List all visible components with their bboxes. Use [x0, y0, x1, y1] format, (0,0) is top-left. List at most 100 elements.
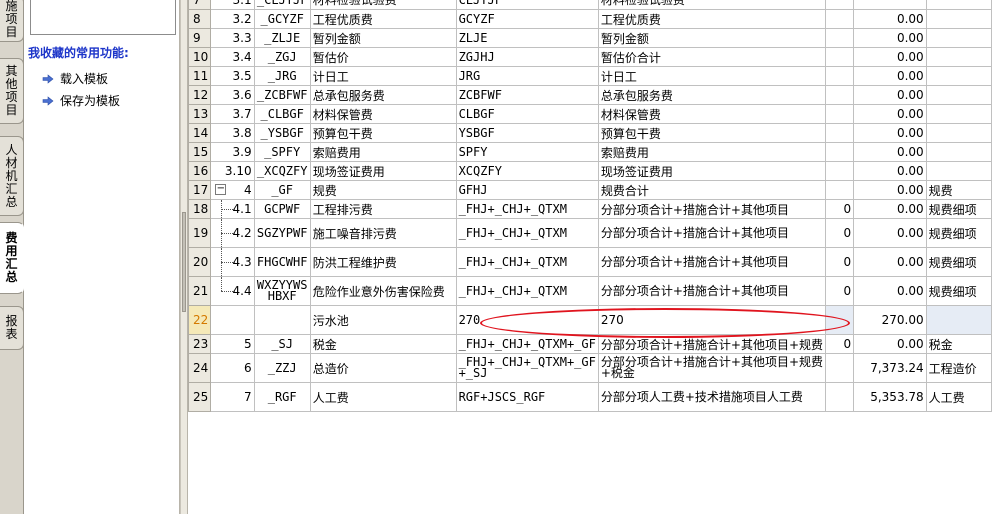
fee-code-cell[interactable]: _ZGJ [253, 47, 311, 67]
base-code-cell[interactable]: _FHJ+_CHJ+_QTXM+_GF+_SJ [455, 353, 599, 383]
base-description-cell[interactable]: 暂列金额 [597, 28, 827, 48]
amount-cell[interactable]: 0.00 [853, 276, 927, 306]
sequence-cell[interactable]: 3.5 [210, 66, 255, 86]
base-code-cell[interactable]: SPFY [455, 142, 599, 162]
amount-cell[interactable]: 270.00 [853, 305, 927, 335]
amount-cell[interactable]: 0.00 [853, 66, 927, 86]
table-row[interactable]: 13 3.7 _CLBGF 材料保管费 CLBGF 材料保管费 0.00 [188, 104, 992, 124]
amount-cell[interactable]: 0.00 [853, 334, 927, 354]
base-code-cell[interactable]: GCYZF [455, 9, 599, 29]
base-code-cell[interactable]: RGF+JSCS_RGF [455, 382, 599, 412]
fee-name-cell[interactable]: 预算包干费 [309, 123, 457, 143]
base-code-cell[interactable]: CLBGF [455, 104, 599, 124]
fee-type-cell[interactable] [925, 161, 992, 181]
amount-cell[interactable]: 0.00 [853, 47, 927, 67]
sequence-cell[interactable]: 3.6 [210, 85, 255, 105]
row-number[interactable]: 24 [188, 353, 212, 383]
fee-code-cell[interactable]: _ZZJ [253, 353, 311, 383]
table-row[interactable]: 8 3.2 _GCYZF 工程优质费 GCYZF 工程优质费 0.00 [188, 9, 992, 29]
fee-code-cell[interactable]: _XCQZFY [253, 161, 311, 181]
table-row[interactable]: 22 污水池 270 270 270.00 [188, 305, 992, 335]
rate-cell[interactable] [825, 353, 855, 383]
amount-cell[interactable]: 0.00 [853, 28, 927, 48]
fee-code-cell[interactable]: GCPWF [253, 199, 311, 219]
row-number[interactable]: 8 [188, 9, 212, 29]
sequence-cell[interactable]: 3.10 [210, 161, 255, 181]
fee-code-cell[interactable]: _ZLJE [253, 28, 311, 48]
base-code-cell[interactable]: 270 [455, 305, 599, 335]
base-code-cell[interactable]: CLJYJF [455, 0, 599, 10]
amount-cell[interactable]: 0.00 [853, 85, 927, 105]
fee-name-cell[interactable]: 规费 [309, 180, 457, 200]
fee-code-cell[interactable]: SGZYPWF [253, 218, 311, 248]
base-description-cell[interactable]: 270 [597, 305, 827, 335]
rate-cell[interactable]: 0 [825, 276, 855, 306]
fee-type-cell[interactable]: 税金 [925, 334, 992, 354]
fee-type-cell[interactable] [925, 28, 992, 48]
amount-cell[interactable]: 5,353.78 [853, 382, 927, 412]
fee-code-cell[interactable] [253, 305, 311, 335]
table-row[interactable]: 15 3.9 _SPFY 索赔费用 SPFY 索赔费用 0.00 [188, 142, 992, 162]
sequence-cell[interactable]: 5 [210, 334, 255, 354]
sequence-cell[interactable]: 4.2 [210, 218, 255, 248]
fee-type-cell[interactable] [925, 85, 992, 105]
fee-type-cell[interactable] [925, 0, 992, 10]
amount-cell[interactable]: 0.00 [853, 199, 927, 219]
row-number[interactable]: 22 [188, 305, 212, 335]
fee-name-cell[interactable]: 现场签证费用 [309, 161, 457, 181]
rate-cell[interactable]: 0 [825, 218, 855, 248]
rate-cell[interactable] [825, 66, 855, 86]
row-number[interactable]: 19 [188, 218, 212, 248]
table-row[interactable]: 23 5 _SJ 税金 _FHJ+_CHJ+_QTXM+_GF 分部分项合计+措施合计+其… [188, 334, 992, 354]
row-number[interactable]: 15 [188, 142, 212, 162]
fee-code-cell[interactable]: _CLJYJF [253, 0, 311, 10]
fee-name-cell[interactable]: 防洪工程维护费 [309, 247, 457, 277]
splitter-grip[interactable] [182, 212, 186, 312]
sequence-cell[interactable]: 4.1 [210, 199, 255, 219]
base-code-cell[interactable]: JRG [455, 66, 599, 86]
fee-code-cell[interactable]: _ZCBFWF [253, 85, 311, 105]
fee-type-cell[interactable]: 人工费 [925, 382, 992, 412]
rate-cell[interactable] [825, 180, 855, 200]
base-code-cell[interactable]: YSBGF [455, 123, 599, 143]
rate-cell[interactable] [825, 142, 855, 162]
base-code-cell[interactable]: _FHJ+_CHJ+_QTXM [455, 218, 599, 248]
base-description-cell[interactable]: 分部分项合计+措施合计+其他项目 [597, 199, 827, 219]
amount-cell[interactable]: 0.00 [853, 218, 927, 248]
fee-type-cell[interactable]: 规费 [925, 180, 992, 200]
base-description-cell[interactable]: 索赔费用 [597, 142, 827, 162]
table-row[interactable]: 20 4.3 FHGCWHF 防洪工程维护费 _FHJ+_CHJ+_QTXM 分部分项合计… [188, 247, 992, 277]
table-row[interactable]: 16 3.10 _XCQZFY 现场签证费用 XCQZFY 现场签证费用 0.00 [188, 161, 992, 181]
fee-type-cell[interactable] [925, 104, 992, 124]
amount-cell[interactable]: 0.00 [853, 9, 927, 29]
base-code-cell[interactable]: _FHJ+_CHJ+_QTXM+_GF [455, 334, 599, 354]
fee-name-cell[interactable]: 危险作业意外伤害保险费 [309, 276, 457, 306]
sequence-cell[interactable]: 4.3 [210, 247, 255, 277]
rate-cell[interactable] [825, 28, 855, 48]
fee-type-cell[interactable]: 规费细项 [925, 276, 992, 306]
sequence-cell[interactable]: −4 [210, 180, 255, 200]
fee-type-cell[interactable]: 工程造价 [925, 353, 992, 383]
row-number[interactable]: 23 [188, 334, 212, 354]
base-description-cell[interactable]: 分部分项合计+措施合计+其他项目+规费 [597, 334, 827, 354]
fee-code-cell[interactable]: _GF [253, 180, 311, 200]
fee-type-cell[interactable] [925, 66, 992, 86]
row-number[interactable]: 20 [188, 247, 212, 277]
table-row[interactable]: 24 6 _ZZJ 总造价 _FHJ+_CHJ+_QTXM+_GF+_SJ 分部分项合计+… [188, 353, 992, 383]
rate-cell[interactable] [825, 85, 855, 105]
row-number[interactable]: 9 [188, 28, 212, 48]
rate-cell[interactable] [825, 161, 855, 181]
fee-type-cell[interactable]: 规费细项 [925, 199, 992, 219]
amount-cell[interactable]: 0.00 [853, 247, 927, 277]
table-row[interactable]: 12 3.6 _ZCBFWF 总承包服务费 ZCBFWF 总承包服务费 0.00 [188, 85, 992, 105]
row-number[interactable]: 12 [188, 85, 212, 105]
tab-measures[interactable]: 施项目 [0, 0, 24, 42]
rate-cell[interactable]: 0 [825, 334, 855, 354]
sequence-cell[interactable]: 3.1 [210, 0, 255, 10]
fee-name-cell[interactable]: 计日工 [309, 66, 457, 86]
base-code-cell[interactable]: _FHJ+_CHJ+_QTXM [455, 276, 599, 306]
table-row[interactable]: 9 3.3 _ZLJE 暂列金额 ZLJE 暂列金额 0.00 [188, 28, 992, 48]
base-description-cell[interactable]: 材料检验试验费 [597, 0, 827, 10]
amount-cell[interactable]: 0.00 [853, 104, 927, 124]
amount-cell[interactable]: 0.00 [853, 123, 927, 143]
